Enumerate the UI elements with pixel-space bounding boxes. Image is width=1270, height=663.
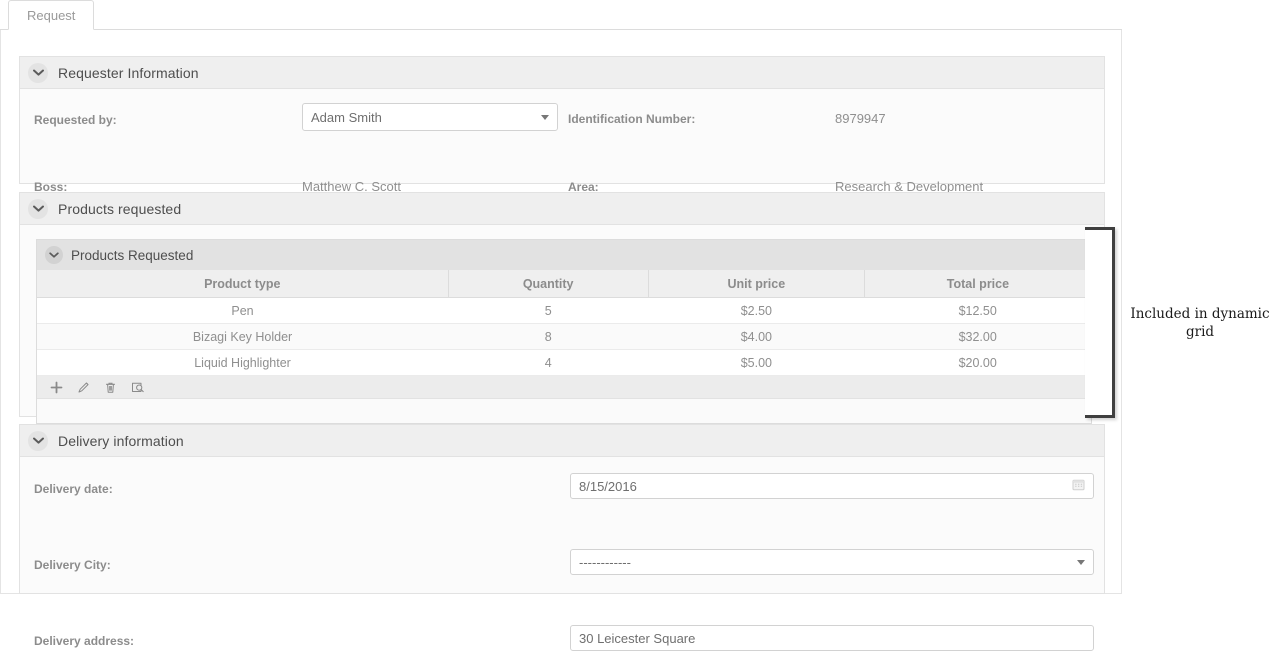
cell-unit-price: $4.00 bbox=[648, 323, 865, 350]
edit-row-icon[interactable] bbox=[76, 380, 91, 395]
chevron-down-icon[interactable] bbox=[1077, 559, 1085, 565]
section-delivery-information: Delivery information Delivery date: 8/15… bbox=[19, 424, 1105, 651]
form-row-delivery-date: Delivery date: 8/15/2016 bbox=[20, 473, 1104, 511]
delivery-address-label: Delivery address: bbox=[34, 634, 135, 648]
section-requester-body: Requested by: Adam Smith Identification … bbox=[20, 89, 1104, 194]
column-header-product-type[interactable]: Product type bbox=[37, 270, 449, 298]
calendar-icon[interactable] bbox=[1072, 478, 1085, 494]
cell-total-price: $12.50 bbox=[864, 297, 1091, 324]
column-header-total-price[interactable]: Total price bbox=[864, 270, 1091, 298]
tab-strip: Request bbox=[0, 0, 1122, 30]
grid-title: Products Requested bbox=[71, 247, 194, 263]
table-row[interactable]: Pen 5 $2.50 $12.50 bbox=[37, 297, 1091, 324]
delivery-date-input[interactable]: 8/15/2016 bbox=[570, 473, 1094, 499]
section-delivery-title: Delivery information bbox=[58, 432, 184, 449]
cell-product-type: Pen bbox=[37, 297, 449, 324]
cell-quantity: 5 bbox=[448, 297, 649, 324]
form-row-delivery-address: Delivery address: 30 Leicester Square bbox=[20, 625, 1104, 663]
chevron-down-icon[interactable] bbox=[28, 430, 48, 451]
chevron-down-icon[interactable] bbox=[45, 246, 63, 264]
chevron-down-icon[interactable] bbox=[28, 198, 48, 219]
delivery-date-value: 8/15/2016 bbox=[579, 478, 637, 494]
annotation-bracket-mask bbox=[1085, 230, 1109, 415]
table-header-row: Product type Quantity Unit price Total p… bbox=[37, 270, 1091, 298]
form-page-card: Requester Information Requested by: Adam… bbox=[0, 30, 1122, 651]
delivery-city-label: Delivery City: bbox=[34, 558, 111, 572]
cell-product-type: Liquid Highlighter bbox=[37, 349, 449, 376]
form-row-requested-by: Requested by: Adam Smith Identification … bbox=[20, 103, 1104, 141]
grid-footer bbox=[37, 399, 1091, 423]
cell-total-price: $32.00 bbox=[864, 323, 1091, 350]
column-header-quantity[interactable]: Quantity bbox=[448, 270, 649, 298]
table-row[interactable]: Liquid Highlighter 4 $5.00 $20.00 bbox=[37, 349, 1091, 376]
delivery-city-value: ------------ bbox=[579, 554, 631, 570]
products-table: Product type Quantity Unit price Total p… bbox=[37, 270, 1091, 376]
requested-by-value: Adam Smith bbox=[311, 109, 382, 125]
section-products-header[interactable]: Products requested bbox=[20, 193, 1104, 225]
identification-number-label: Identification Number: bbox=[568, 112, 696, 126]
annotation-label: Included in dynamic grid bbox=[1130, 306, 1270, 340]
tab-request-label: Request bbox=[27, 7, 76, 23]
section-products-requested: Products requested Products Requested Pr… bbox=[19, 192, 1105, 424]
tab-request[interactable]: Request bbox=[8, 0, 95, 30]
section-requester-header[interactable]: Requester Information bbox=[20, 57, 1104, 89]
delivery-address-value: 30 Leicester Square bbox=[579, 630, 696, 646]
chevron-down-icon[interactable] bbox=[541, 114, 549, 120]
cell-total-price: $20.00 bbox=[864, 349, 1091, 376]
view-row-icon[interactable] bbox=[130, 380, 145, 395]
cell-unit-price: $2.50 bbox=[648, 297, 865, 324]
form-row-delivery-city: Delivery City: ------------ bbox=[20, 549, 1104, 587]
table-row[interactable]: Bizagi Key Holder 8 $4.00 $32.00 bbox=[37, 323, 1091, 350]
delete-row-icon[interactable] bbox=[103, 380, 118, 395]
column-header-unit-price[interactable]: Unit price bbox=[648, 270, 865, 298]
requested-by-label: Requested by: bbox=[34, 113, 117, 127]
add-row-icon[interactable] bbox=[49, 380, 64, 395]
chevron-down-icon[interactable] bbox=[28, 62, 48, 83]
requested-by-dropdown[interactable]: Adam Smith bbox=[302, 103, 558, 131]
identification-number-value: 8979947 bbox=[835, 111, 886, 126]
delivery-address-input[interactable]: 30 Leicester Square bbox=[570, 625, 1094, 651]
section-products-title: Products requested bbox=[58, 200, 182, 217]
products-dynamic-grid: Products Requested Product type Quantity bbox=[36, 239, 1092, 424]
delivery-city-dropdown[interactable]: ------------ bbox=[570, 549, 1094, 575]
grid-toolbar bbox=[37, 376, 1091, 399]
grid-header[interactable]: Products Requested bbox=[37, 240, 1091, 270]
cell-product-type: Bizagi Key Holder bbox=[37, 323, 449, 350]
section-delivery-body: Delivery date: 8/15/2016 Delivery City: … bbox=[20, 457, 1104, 651]
section-products-body: Products Requested Product type Quantity bbox=[20, 225, 1104, 424]
cell-unit-price: $5.00 bbox=[648, 349, 865, 376]
section-requester-title: Requester Information bbox=[58, 64, 199, 81]
section-delivery-header[interactable]: Delivery information bbox=[20, 425, 1104, 457]
delivery-date-label: Delivery date: bbox=[34, 482, 113, 496]
section-requester-information: Requester Information Requested by: Adam… bbox=[19, 56, 1105, 194]
cell-quantity: 4 bbox=[448, 349, 649, 376]
cell-quantity: 8 bbox=[448, 323, 649, 350]
